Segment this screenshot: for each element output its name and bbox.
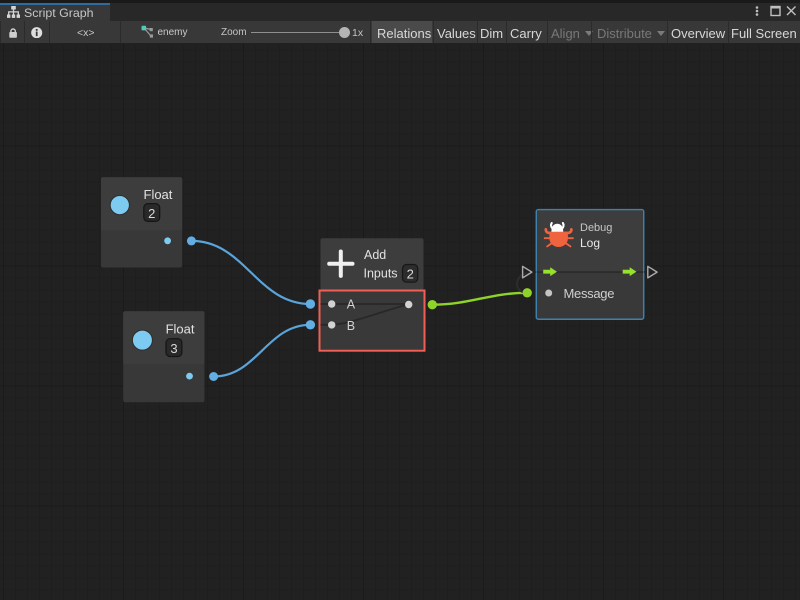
svg-text:B: B xyxy=(347,318,355,332)
svg-text:Log: Log xyxy=(580,236,600,250)
svg-text:Debug: Debug xyxy=(580,222,612,234)
svg-text:A: A xyxy=(347,297,356,311)
svg-text:Message: Message xyxy=(564,285,615,300)
svg-text:3: 3 xyxy=(170,341,177,356)
svg-text:Float: Float xyxy=(144,187,173,202)
svg-text:Inputs: Inputs xyxy=(364,266,398,280)
svg-text:2: 2 xyxy=(407,266,414,281)
svg-text:Add: Add xyxy=(364,248,386,262)
svg-text:Float: Float xyxy=(166,321,195,336)
svg-text:2: 2 xyxy=(148,205,155,220)
